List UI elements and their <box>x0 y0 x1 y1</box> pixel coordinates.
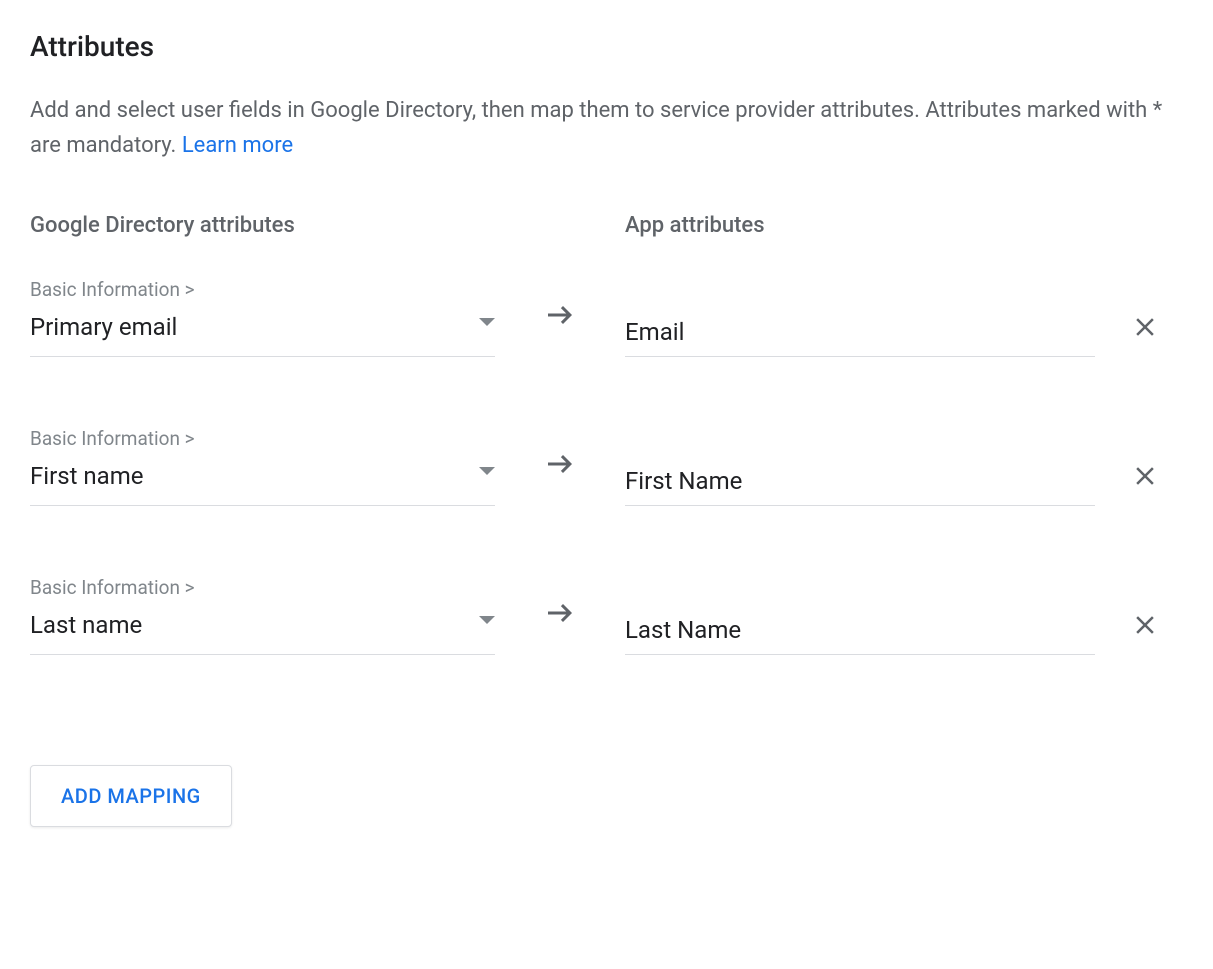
directory-attribute-select[interactable]: Basic Information > Last name <box>30 576 495 655</box>
remove-mapping-button[interactable] <box>1130 312 1160 345</box>
section-description: Add and select user fields in Google Dir… <box>30 93 1180 163</box>
mapping-row: Basic Information > First name <box>30 427 1183 506</box>
close-icon <box>1130 461 1160 494</box>
arrow-icon <box>495 446 625 506</box>
select-category-label: Basic Information > <box>30 278 495 301</box>
mapping-row: Basic Information > Primary email <box>30 278 1183 357</box>
directory-attribute-select[interactable]: Basic Information > First name <box>30 427 495 506</box>
select-category-label: Basic Information > <box>30 427 495 450</box>
remove-mapping-button[interactable] <box>1130 610 1160 643</box>
arrow-icon <box>495 297 625 357</box>
remove-mapping-button[interactable] <box>1130 461 1160 494</box>
directory-attribute-select[interactable]: Basic Information > Primary email <box>30 278 495 357</box>
app-attribute-input[interactable] <box>625 310 1095 357</box>
dropdown-caret-icon <box>479 467 495 475</box>
mapping-row: Basic Information > Last name <box>30 576 1183 655</box>
dropdown-caret-icon <box>479 616 495 624</box>
select-value: First name <box>30 462 144 490</box>
arrow-icon <box>495 595 625 655</box>
select-value: Last name <box>30 611 142 639</box>
learn-more-link[interactable]: Learn more <box>182 133 293 158</box>
select-category-label: Basic Information > <box>30 576 495 599</box>
app-attribute-input[interactable] <box>625 459 1095 506</box>
close-icon <box>1130 312 1160 345</box>
column-header-app: App attributes <box>625 213 765 238</box>
dropdown-caret-icon <box>479 318 495 326</box>
columns-header: Google Directory attributes App attribut… <box>30 213 1183 238</box>
column-header-directory: Google Directory attributes <box>30 213 625 238</box>
add-mapping-button[interactable]: ADD MAPPING <box>30 765 232 827</box>
app-attribute-input[interactable] <box>625 608 1095 655</box>
select-value: Primary email <box>30 313 177 341</box>
close-icon <box>1130 610 1160 643</box>
section-title: Attributes <box>30 30 1183 63</box>
